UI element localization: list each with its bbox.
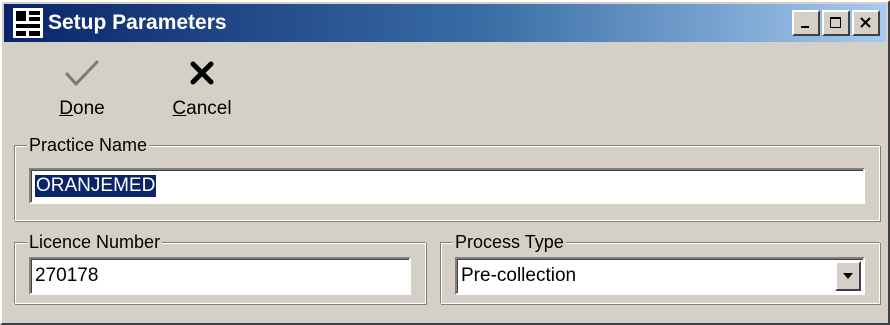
licence-number-label: Licence Number (27, 231, 163, 253)
practice-name-label: Practice Name (27, 134, 150, 156)
cancel-button[interactable]: Cancel (152, 52, 252, 132)
process-type-label: Process Type (453, 231, 566, 253)
dropdown-button[interactable] (835, 261, 861, 291)
app-icon (13, 8, 43, 38)
setup-parameters-window: Setup Parameters Done Cancel Practice Na… (0, 0, 890, 325)
maximize-button[interactable] (822, 10, 850, 36)
cancel-label: Cancel (172, 98, 232, 119)
process-type-select[interactable]: Pre-collection (455, 257, 865, 295)
practice-name-value: ORANJEMED (35, 175, 157, 197)
minimize-icon (801, 26, 809, 28)
done-button[interactable]: Done (32, 52, 132, 132)
minimize-button[interactable] (792, 10, 820, 36)
x-icon (190, 61, 214, 85)
title-bar[interactable]: Setup Parameters (4, 4, 886, 42)
window-controls (792, 10, 880, 36)
done-label: Done (59, 98, 105, 119)
licence-number-group: Licence Number 270178 (14, 231, 426, 304)
practice-name-input[interactable]: ORANJEMED (29, 168, 865, 204)
maximize-icon (830, 17, 841, 28)
chevron-down-icon (843, 273, 853, 279)
process-type-group: Process Type Pre-collection (440, 231, 880, 304)
close-icon (860, 17, 871, 28)
close-button[interactable] (852, 10, 880, 36)
licence-number-value: 270178 (35, 265, 99, 286)
practice-name-group: Practice Name ORANJEMED (14, 134, 880, 221)
process-type-value: Pre-collection (461, 265, 577, 286)
checkmark-icon (65, 60, 99, 86)
window-title: Setup Parameters (48, 11, 227, 34)
licence-number-input[interactable]: 270178 (29, 257, 411, 295)
